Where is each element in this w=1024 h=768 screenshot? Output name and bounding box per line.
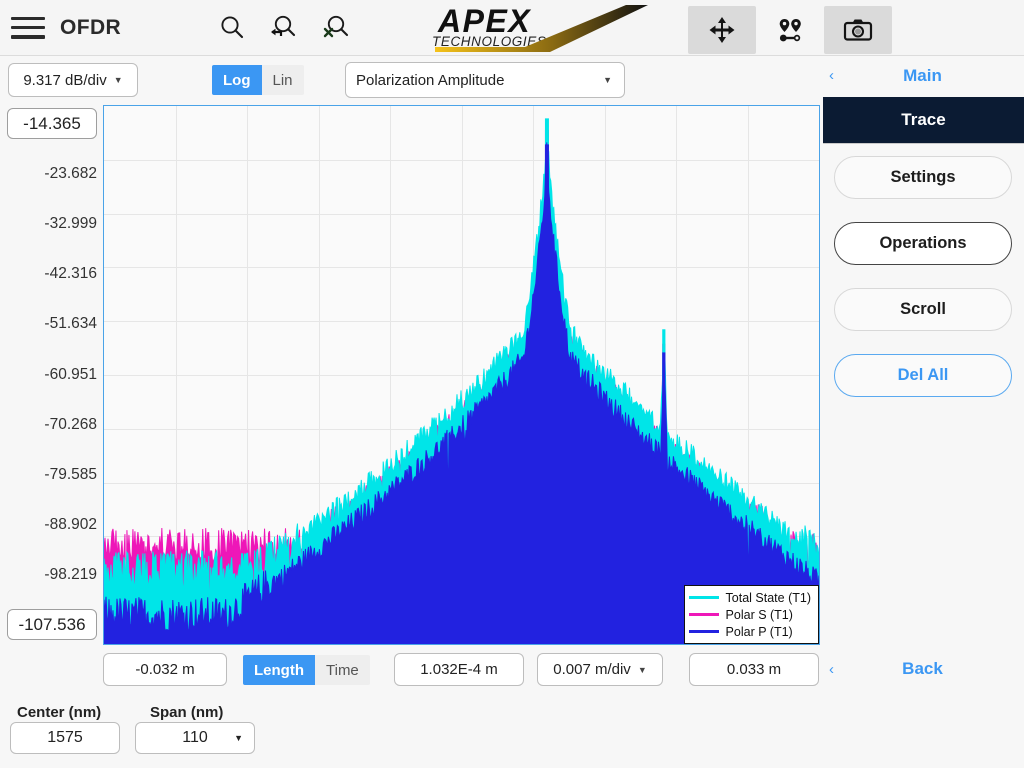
y-axis-tick: -32.999 [44, 215, 97, 233]
trace-mode-select[interactable]: Polarization Amplitude ▼ [345, 62, 625, 98]
center-wavelength-label: Center (nm) [17, 704, 102, 721]
search-back-icon[interactable] [258, 0, 310, 56]
hamburger-menu-icon [11, 16, 45, 39]
sidebar-back-chevron-icon-2[interactable]: ‹ [820, 661, 843, 678]
sidebar-item-label: Del All [897, 366, 949, 384]
chevron-down-icon: ▼ [234, 733, 243, 743]
page-title: OFDR [60, 15, 122, 39]
y-axis-tick: -70.268 [44, 415, 97, 433]
x-axis-start-input[interactable]: -0.032 m [103, 653, 227, 686]
trace-plot[interactable]: Total State (T1) Polar S (T1) Polar P (T1) [103, 105, 820, 645]
sidebar-header: ‹ Main [820, 57, 1024, 94]
y-axis: -14.365 -107.536 -23.682 -32.999 -42.316 -5… [0, 104, 103, 647]
span-label: Span (nm) [150, 704, 224, 721]
apex-technologies-logo: APEX TECHNOLOGIES [430, 2, 660, 54]
db-per-div-select[interactable]: 9.317 dB/div ▼ [8, 63, 138, 97]
legend-entry: Polar S (T1) [688, 606, 811, 623]
x-mode-length-button[interactable]: Length [243, 655, 315, 685]
x-marker-value[interactable]: 1.032E-4 m [394, 653, 524, 686]
legend-entry: Polar P (T1) [688, 623, 811, 640]
footer-bar: Center (nm) 1575 Span (nm) 110 ▼ Auto [0, 695, 1024, 768]
ofdr-application-window: OFDR APEX TECHNOLOGIES 9.317 dB/div ▼ Lo… [0, 0, 1024, 768]
app-header: OFDR APEX TECHNOLOGIES [0, 0, 1024, 56]
y-axis-tick: -23.682 [44, 165, 97, 183]
span-value: 110 [182, 729, 208, 746]
y-axis-tick: -42.316 [44, 265, 97, 283]
search-icon[interactable] [206, 0, 258, 56]
y-axis-tick: -88.902 [44, 515, 97, 533]
sidebar-item-label: Operations [879, 234, 967, 252]
sidebar-back-chevron-icon[interactable]: ‹ [820, 67, 843, 84]
trace-mode-value: Polarization Amplitude [356, 71, 505, 89]
scale-log-button[interactable]: Log [212, 65, 262, 95]
y-axis-tick: -98.219 [44, 565, 97, 583]
trace-peak-marker [544, 144, 549, 644]
y-axis-max-input[interactable]: -14.365 [7, 108, 97, 139]
search-clear-icon[interactable] [310, 0, 362, 56]
chevron-down-icon: ▼ [603, 75, 612, 85]
span-select[interactable]: 110 ▼ [135, 722, 255, 754]
legend-color-swatch [688, 630, 719, 633]
scale-lin-button[interactable]: Lin [262, 65, 304, 95]
header-tools [688, 0, 892, 56]
sidebar-title: Main [903, 65, 942, 85]
legend-label: Total State (T1) [725, 590, 811, 605]
markers-icon[interactable] [756, 6, 824, 54]
move-icon[interactable] [688, 6, 756, 54]
center-wavelength-input[interactable]: 1575 [10, 722, 120, 754]
legend-label: Polar P (T1) [725, 624, 793, 639]
db-per-div-value: 9.317 dB/div [23, 71, 107, 89]
x-per-div-select[interactable]: 0.007 m/div ▼ [537, 653, 663, 686]
y-axis-tick: -51.634 [44, 315, 97, 333]
trace-curves [104, 118, 819, 644]
right-sidebar: ‹ Main Trace Settings Operations Scroll Del… [820, 57, 1024, 678]
y-axis-min-input[interactable]: -107.536 [7, 609, 97, 640]
x-per-div-value: 0.007 m/div [553, 661, 631, 678]
plot-top-controls: 9.317 dB/div ▼ Log Lin Polarization Ampl… [0, 57, 818, 103]
x-mode-time-button[interactable]: Time [315, 655, 370, 685]
sidebar-footer: ‹ Back [820, 649, 1024, 689]
legend-color-swatch [688, 596, 719, 599]
scale-toggle-group: Log Lin [212, 65, 304, 95]
plot-legend: Total State (T1) Polar S (T1) Polar P (T1) [683, 585, 819, 644]
hamburger-menu-button[interactable] [0, 0, 56, 56]
trace-peak-marker [662, 352, 666, 644]
chevron-down-icon: ▼ [113, 75, 123, 85]
sidebar-item-trace[interactable]: Trace [823, 97, 1024, 144]
x-axis-controls: -0.032 m Length Time 1.032E-4 m 0.007 m/… [0, 650, 819, 690]
y-axis-tick: -79.585 [44, 465, 97, 483]
x-axis-stop-input[interactable]: 0.033 m [689, 653, 819, 686]
sidebar-back-button[interactable]: Back [843, 659, 1002, 679]
chevron-down-icon: ▼ [637, 664, 647, 675]
x-mode-toggle-group: Length Time [243, 655, 370, 685]
sidebar-item-operations[interactable]: Operations [834, 222, 1012, 265]
sidebar-item-scroll[interactable]: Scroll [834, 288, 1012, 331]
y-axis-tick: -60.951 [44, 365, 97, 383]
legend-label: Polar S (T1) [725, 607, 793, 622]
camera-icon[interactable] [824, 6, 892, 54]
sidebar-item-settings[interactable]: Settings [834, 156, 1012, 199]
zoom-tools-group [206, 0, 362, 56]
sidebar-item-label: Settings [890, 168, 956, 186]
legend-entry: Total State (T1) [688, 589, 811, 606]
legend-color-swatch [688, 613, 719, 616]
sidebar-item-del-all[interactable]: Del All [834, 354, 1012, 397]
sidebar-item-label: Scroll [900, 300, 946, 318]
